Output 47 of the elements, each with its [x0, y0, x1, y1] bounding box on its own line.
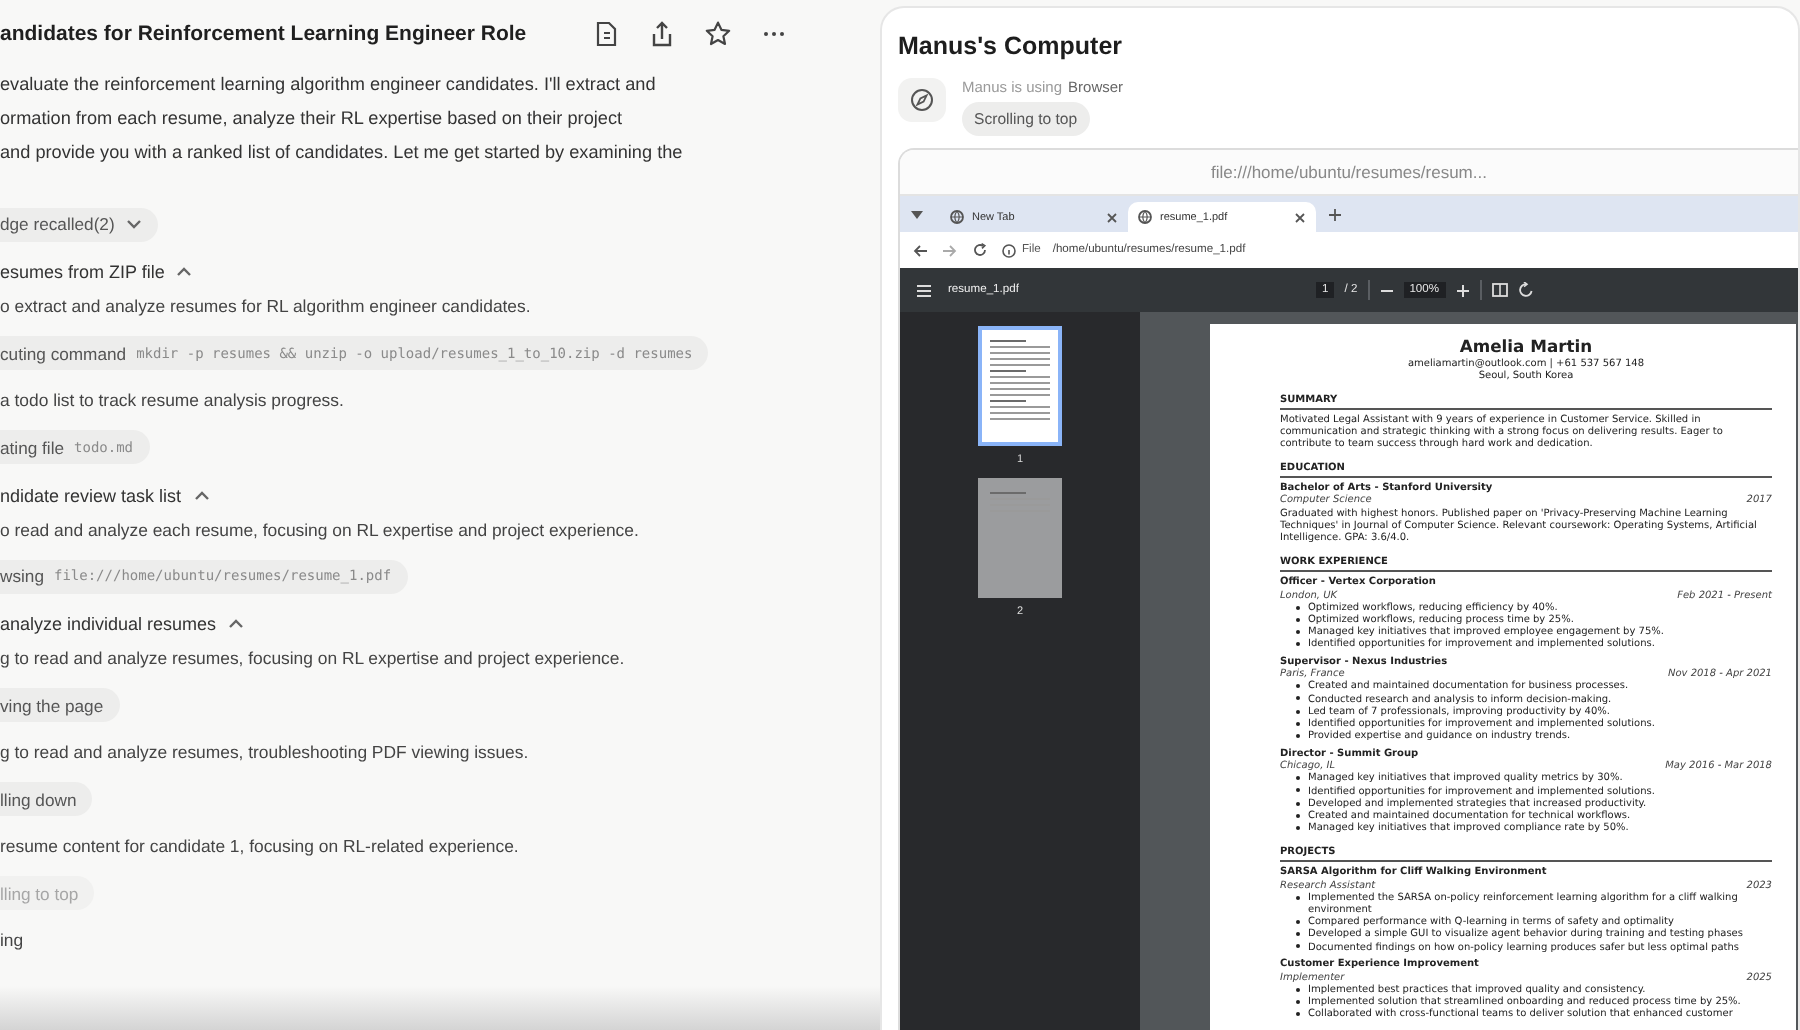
action-chip[interactable]: lling down: [0, 782, 93, 817]
caret-icon[interactable]: [910, 209, 924, 219]
document-icon[interactable]: [592, 20, 620, 48]
back-arrow-icon[interactable]: [912, 243, 928, 257]
action-label: lling down: [0, 789, 77, 810]
knowledge-chip[interactable]: dge recalled(2): [0, 207, 159, 241]
step-note: resume content for candidate 1, focusing on RL-related experience.: [0, 836, 519, 857]
step-note: o extract and analyze resumes for RL algorithm engineer candidates.: [0, 296, 531, 317]
compass-icon: [910, 88, 934, 112]
globe-icon: [1138, 210, 1152, 224]
chevron-down-icon[interactable]: [126, 218, 143, 230]
chevron-up-icon[interactable]: [228, 618, 245, 630]
reload-icon[interactable]: [972, 242, 988, 258]
page-url: file:///home/ubuntu/resumes/resum...: [1211, 162, 1487, 182]
fit-page-icon[interactable]: [1491, 282, 1508, 298]
page-thumbnail[interactable]: [978, 478, 1062, 598]
close-icon[interactable]: [1294, 211, 1306, 223]
step-note: a todo list to track resume analysis progress.: [0, 390, 344, 411]
action-label: wsing: [0, 566, 44, 587]
action-label: ving the page: [0, 695, 104, 716]
message-text: evaluate the reinforcement learning algorithm engineer candidates. I'll extract and ormation from each resume, analyze their RL expertise based on their project and provide you with a ranked list of candidates. Let me get started by examining the: [0, 72, 685, 166]
action-chip[interactable]: ving the page: [0, 688, 120, 723]
step-note: g to read and analyze resumes, troubleshooting PDF viewing issues.: [0, 742, 529, 763]
action-label: ating file: [0, 437, 65, 458]
menu-icon[interactable]: [916, 283, 932, 297]
action-label: cuting command: [0, 343, 127, 364]
chip-label: dge recalled(2): [0, 214, 115, 234]
info-icon: [1002, 243, 1016, 257]
share-icon[interactable]: [648, 20, 676, 48]
action-label: lling to top: [0, 883, 79, 904]
step-note: g to read and analyze resumes, focusing on RL expertise and project experience.: [0, 648, 625, 669]
status-text: ing: [0, 930, 24, 951]
close-icon[interactable]: [1106, 211, 1118, 223]
step-note: o read and analyze each resume, focusing on RL expertise and project experience.: [0, 519, 639, 540]
panel-title: Manus's Computer: [898, 32, 1125, 60]
chevron-up-icon[interactable]: [193, 489, 210, 501]
rotate-icon[interactable]: [1517, 282, 1534, 298]
page-thumbnail[interactable]: [978, 326, 1062, 446]
globe-icon: [950, 210, 964, 224]
candidate-name: Amelia Martin: [1457, 336, 1595, 358]
step-title[interactable]: ndidate review task list: [0, 485, 182, 505]
step-title[interactable]: analyze individual resumes: [0, 614, 217, 634]
star-icon[interactable]: [704, 20, 732, 48]
task-title: andidates for Reinforcement Learning Engineer Role: [0, 22, 527, 46]
plus-icon[interactable]: [1328, 207, 1342, 221]
step-title[interactable]: esumes from ZIP file: [0, 262, 165, 282]
chevron-up-icon[interactable]: [176, 266, 193, 278]
